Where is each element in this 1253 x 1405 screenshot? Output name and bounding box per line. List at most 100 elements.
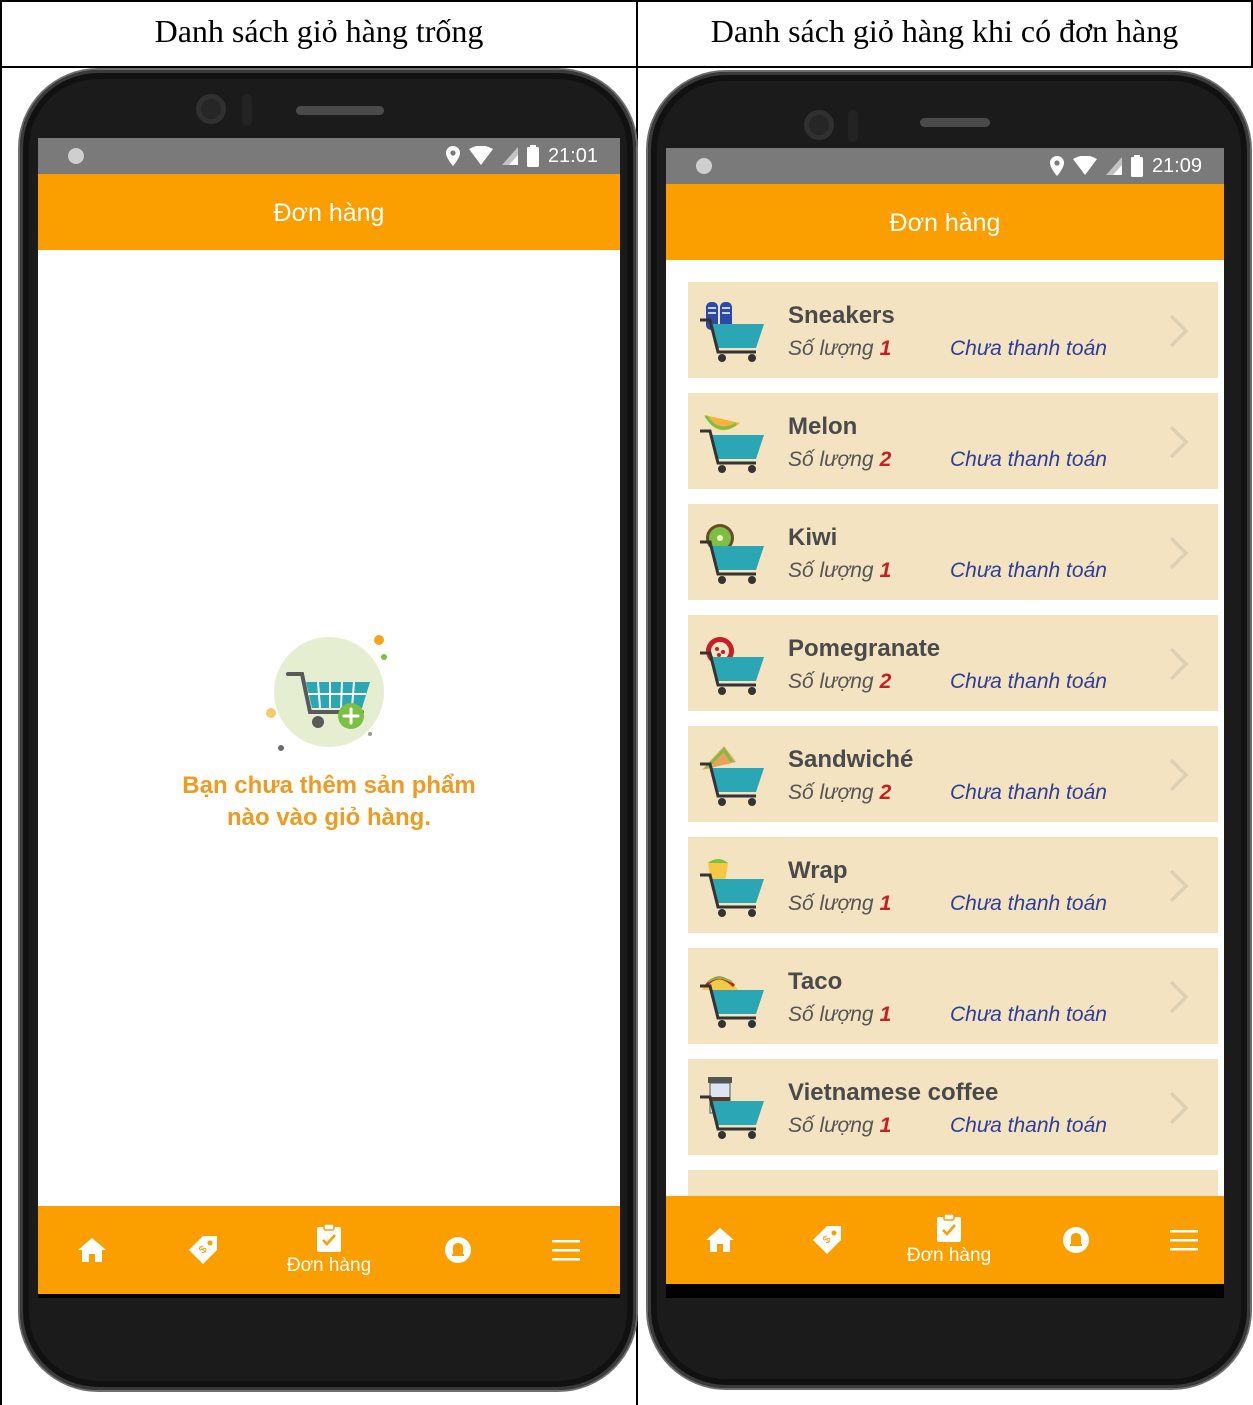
table-border-left <box>0 0 2 1405</box>
chevron-right-icon <box>1169 314 1189 348</box>
quantity-value: 1 <box>879 559 892 582</box>
order-chevron <box>1168 424 1190 465</box>
earpiece-speaker <box>920 118 990 127</box>
quantity-label: Số lượng <box>788 781 874 804</box>
table-border-header <box>0 66 1253 68</box>
order-chevron <box>1168 1090 1190 1131</box>
order-chevron <box>1168 313 1190 354</box>
order-item[interactable]: Taco Số lượng 1 Chưa thanh toán <box>688 948 1218 1044</box>
order-quantity: Số lượng 2 <box>788 670 891 694</box>
system-navigation-bar <box>666 1284 1224 1298</box>
order-list: Sneakers Số lượng 1 Chưa thanh toán Melon Số … <box>688 282 1218 1215</box>
notification-dot <box>68 148 84 164</box>
order-chevron <box>1168 868 1190 909</box>
hamburger-menu-icon <box>1170 1230 1198 1251</box>
page-title: Đơn hàng <box>38 174 620 250</box>
wrap-icon <box>700 859 764 917</box>
order-chevron <box>1168 535 1190 576</box>
quantity-value: 1 <box>879 337 892 360</box>
quantity-value: 1 <box>879 1114 892 1137</box>
order-chevron <box>1168 757 1190 798</box>
quantity-value: 1 <box>879 892 892 915</box>
nav-orders[interactable]: Đơn hàng <box>274 1206 384 1294</box>
order-item[interactable]: Kiwi Số lượng 1 Chưa thanh toán <box>688 504 1218 600</box>
payment-status: Chưa thanh toán <box>950 337 1107 360</box>
clipboard-check-icon <box>937 1213 961 1242</box>
wifi-icon <box>1072 156 1097 175</box>
payment-status: Chưa thanh toán <box>950 1114 1107 1137</box>
bell-icon <box>445 1237 471 1263</box>
chevron-right-icon <box>1169 425 1189 459</box>
hamburger-menu-icon <box>552 1240 580 1261</box>
nav-home[interactable] <box>698 1196 742 1284</box>
quantity-value: 2 <box>879 670 892 693</box>
chevron-right-icon <box>1169 1091 1189 1125</box>
order-quantity: Số lượng 2 <box>788 781 891 805</box>
battery-icon <box>526 145 539 167</box>
price-tag-icon: $ <box>813 1226 841 1254</box>
sandwich-icon <box>700 746 764 806</box>
wifi-icon <box>468 146 493 165</box>
melon-icon <box>700 415 764 473</box>
chevron-right-icon <box>1169 869 1189 903</box>
status-bar: 21:01 <box>38 138 620 174</box>
home-icon <box>706 1228 734 1252</box>
home-icon <box>78 1238 106 1262</box>
quantity-value: 2 <box>879 448 892 471</box>
order-name: Taco <box>788 968 843 995</box>
order-item[interactable]: Melon Số lượng 2 Chưa thanh toán <box>688 393 1218 489</box>
screen-left: 21:01 Đơn hàng Bạn chưa thêm sản phẩm nà… <box>38 138 620 1298</box>
battery-icon <box>1130 155 1143 177</box>
caption-cart-with-orders: Danh sách giỏ hàng khi có đơn hàng <box>710 13 1179 49</box>
quantity-label: Số lượng <box>788 670 874 693</box>
order-item[interactable]: Sneakers Số lượng 1 Chưa thanh toán <box>688 282 1218 378</box>
nav-menu[interactable] <box>546 1206 586 1294</box>
bottom-nav: $ Đơn hàng <box>38 1206 620 1294</box>
order-quantity: Số lượng 1 <box>788 892 891 916</box>
notification-dot <box>696 158 712 174</box>
payment-status: Chưa thanh toán <box>950 892 1107 915</box>
signal-icon <box>1105 157 1122 175</box>
chevron-right-icon <box>1169 758 1189 792</box>
payment-status: Chưa thanh toán <box>950 448 1107 471</box>
pomegranate-icon <box>700 637 764 695</box>
screen-right: 21:09 Đơn hàng Sneakers Số lượng 1 Chưa tha… <box>666 148 1224 1298</box>
nav-deals[interactable]: $ <box>802 1196 852 1284</box>
nav-menu[interactable] <box>1164 1196 1204 1284</box>
signal-icon <box>501 147 518 165</box>
order-quantity: Số lượng 1 <box>788 337 891 361</box>
table-border-middle <box>636 0 638 1405</box>
nav-home[interactable] <box>70 1206 114 1294</box>
order-name: Kiwi <box>788 524 838 551</box>
nav-notifications[interactable] <box>438 1206 478 1294</box>
system-navigation-bar <box>38 1294 620 1298</box>
nav-orders[interactable]: Đơn hàng <box>894 1196 1004 1284</box>
empty-message-line2: nào vào giỏ hàng. <box>226 804 431 831</box>
quantity-label: Số lượng <box>788 559 874 582</box>
quantity-label: Số lượng <box>788 892 874 915</box>
clipboard-check-icon <box>317 1223 341 1252</box>
location-icon <box>1049 156 1064 176</box>
order-item[interactable]: Pomegranate Số lượng 2 Chưa thanh toán <box>688 615 1218 711</box>
front-camera <box>196 94 226 124</box>
proximity-sensor <box>242 94 252 126</box>
order-name: Melon <box>788 413 858 440</box>
chevron-right-icon <box>1169 536 1189 570</box>
order-quantity: Số lượng 2 <box>788 448 891 472</box>
status-time: 21:01 <box>547 144 598 167</box>
order-item[interactable]: Vietnamese coffee Số lượng 1 Chưa thanh toá… <box>688 1059 1218 1155</box>
order-chevron <box>1168 979 1190 1020</box>
nav-orders-label: Đơn hàng <box>906 1245 992 1266</box>
chevron-right-icon <box>1169 647 1189 681</box>
nav-deals[interactable]: $ <box>178 1206 228 1294</box>
order-quantity: Số lượng 1 <box>788 559 891 583</box>
nav-notifications[interactable] <box>1056 1196 1096 1284</box>
empty-message-line1: Bạn chưa thêm sản phẩm <box>182 772 476 799</box>
status-time: 21:09 <box>1151 154 1202 177</box>
empty-cart-icon <box>266 635 387 751</box>
order-name: Pomegranate <box>788 635 941 662</box>
phone-frame-left: 21:01 Đơn hàng Bạn chưa thêm sản phẩm nà… <box>20 70 636 1390</box>
order-name: Vietnamese coffee <box>788 1079 999 1106</box>
order-item[interactable]: Wrap Số lượng 1 Chưa thanh toán <box>688 837 1218 933</box>
order-item[interactable]: Sandwiché Số lượng 2 Chưa thanh toán <box>688 726 1218 822</box>
